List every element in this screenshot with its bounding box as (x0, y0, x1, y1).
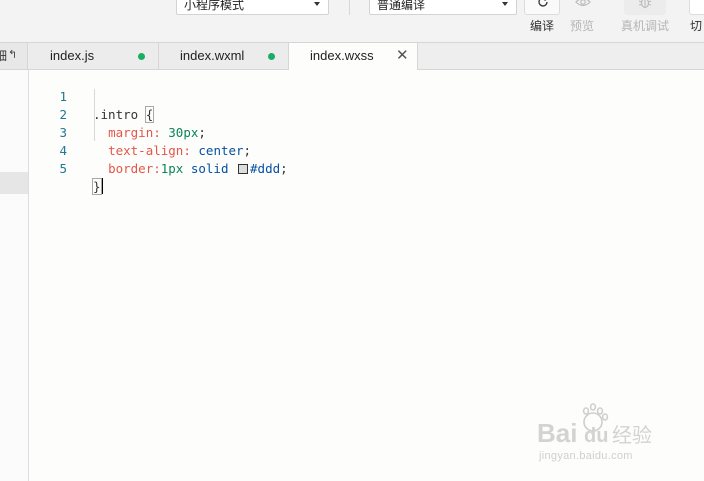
top-toolbar: 小程序模式 普通编译 编译 预览 真机调试 切 (0, 0, 704, 43)
chevron-down-icon (314, 2, 320, 6)
tab-index-wxml[interactable]: index.wxml (159, 43, 289, 69)
tab-index-js[interactable]: index.js (29, 43, 159, 69)
code-line: 5 } (29, 142, 103, 195)
remote-debug-button[interactable]: 真机调试 (620, 0, 670, 43)
tab-index-wxss[interactable]: index.wxss ✕ (289, 43, 418, 70)
tab-label: index.wxss (310, 48, 374, 63)
line-number: 5 (59, 161, 67, 176)
compile-button[interactable]: 编译 (520, 0, 564, 43)
code-editor[interactable]: 1 .intro { 2 margin: 30px; 3 text-align:… (29, 70, 704, 481)
text-cursor (100, 178, 103, 194)
file-tree-sidebar (0, 70, 29, 481)
close-icon[interactable]: ✕ (396, 43, 409, 69)
css-property: border (108, 161, 154, 176)
css-value: solid (190, 161, 229, 176)
css-number: 30px (168, 125, 199, 140)
collapse-arrow-icon: ↰ (8, 49, 18, 61)
bug-icon (624, 0, 666, 15)
mode-select[interactable]: 小程序模式 (176, 0, 329, 15)
remote-debug-label: 真机调试 (620, 19, 669, 33)
css-property: margin (108, 125, 154, 140)
sidebar-tab-label: 细 (0, 43, 7, 69)
css-semicolon: ; (243, 143, 252, 158)
css-colon: : (153, 161, 161, 176)
css-value: center (198, 143, 244, 158)
css-semicolon: ; (198, 125, 206, 140)
sidebar-collapse-tab[interactable]: 细 ↰ (0, 43, 28, 69)
code-line: 1 .intro { (29, 70, 155, 123)
code-line: 3 text-align: center; (29, 106, 251, 158)
compile-mode-select[interactable]: 普通编译 (369, 0, 517, 15)
css-color-value: #ddd (250, 161, 281, 176)
chevron-down-icon (502, 2, 508, 6)
close-brace: } (92, 178, 102, 195)
selected-file-row[interactable] (0, 172, 28, 194)
devtools-window: 小程序模式 普通编译 编译 预览 真机调试 切 ↰ index.js index… (0, 0, 704, 481)
css-property: text-align (108, 143, 184, 158)
css-number: 1px (160, 161, 184, 176)
mode-select-value: 小程序模式 (184, 0, 245, 12)
switch-backend-button[interactable]: 切 (686, 0, 704, 43)
switch-icon (689, 0, 704, 15)
compile-label: 编译 (529, 19, 554, 33)
preview-button[interactable]: 预览 (560, 0, 604, 43)
css-semicolon: ; (280, 161, 288, 176)
tab-label: index.wxml (180, 48, 245, 63)
modified-dot-icon (138, 53, 145, 60)
css-selector: .intro (93, 107, 139, 122)
compile-mode-value: 普通编译 (377, 0, 426, 12)
preview-label: 预览 (569, 19, 594, 33)
css-colon: : (153, 125, 161, 140)
eye-icon (564, 0, 600, 15)
switch-backend-label: 切 (690, 19, 703, 33)
code-line: 4 border:1px solid #ddd; (29, 124, 287, 176)
code-line: 2 margin: 30px; (29, 88, 205, 140)
tab-label: index.js (50, 48, 95, 63)
modified-dot-icon (268, 53, 275, 60)
toolbar-divider (349, 0, 350, 15)
css-colon: : (183, 143, 191, 158)
editor-tab-bar: 细 ↰ index.js index.wxml index.wxss ✕ (0, 43, 704, 70)
open-brace: { (144, 106, 155, 123)
refresh-icon (524, 0, 560, 15)
color-swatch[interactable] (238, 164, 249, 174)
